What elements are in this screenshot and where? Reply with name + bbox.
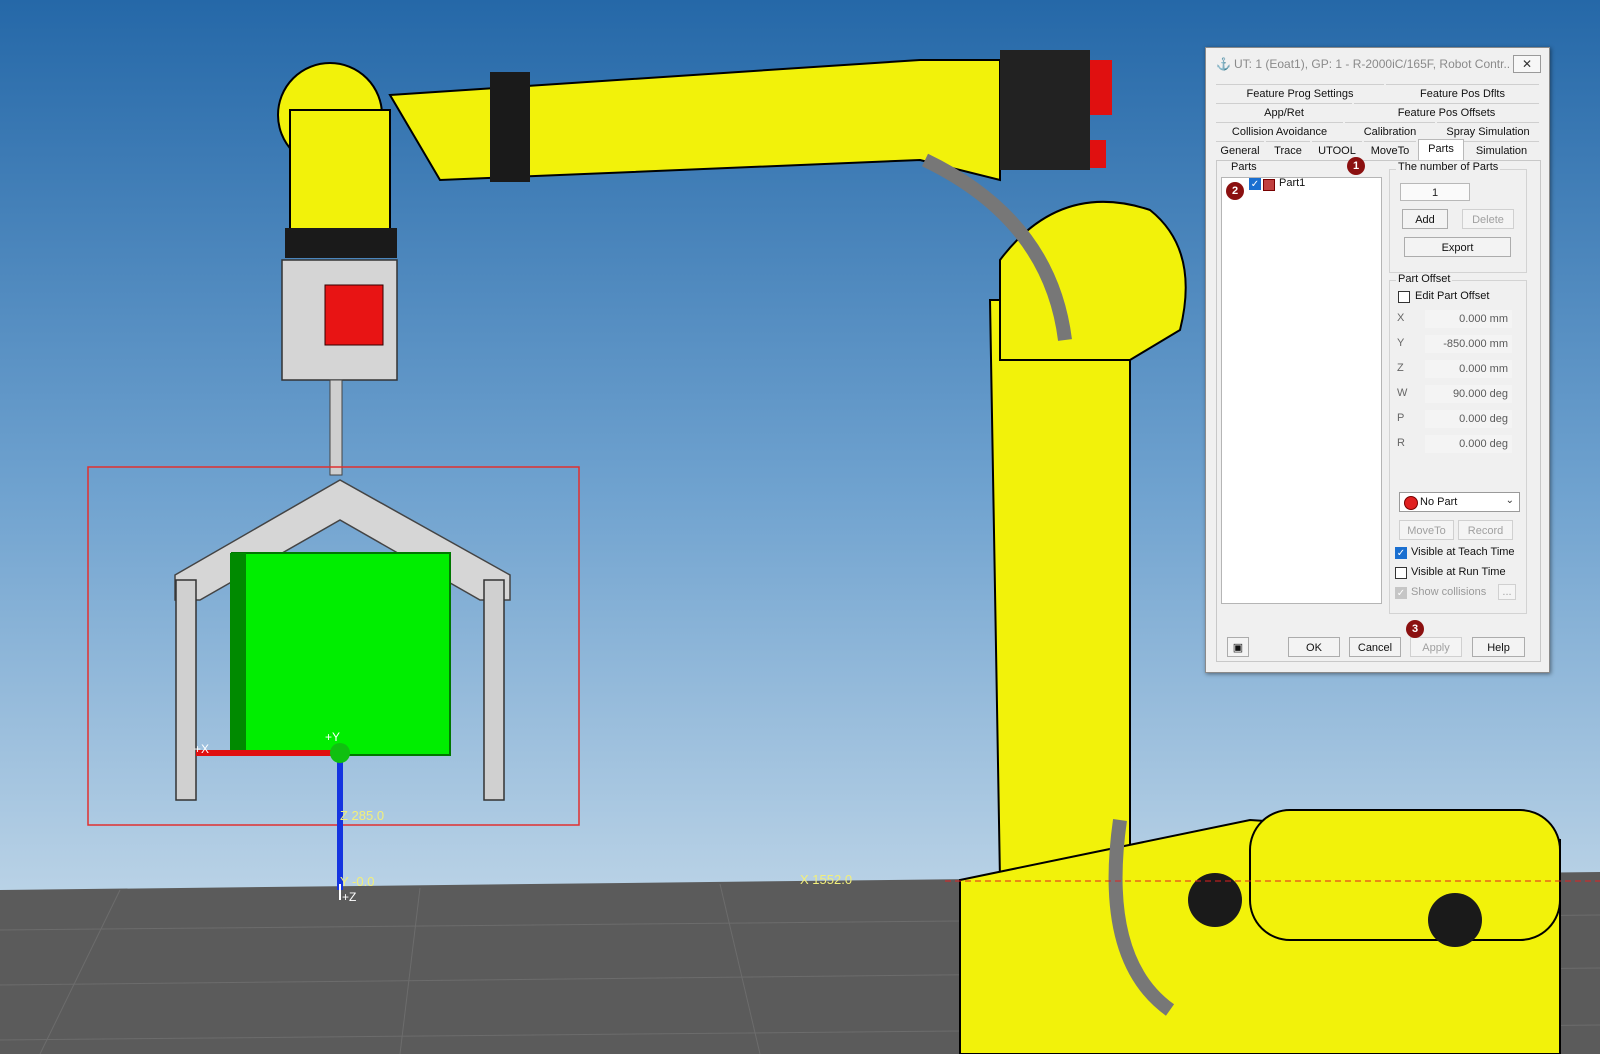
record-button[interactable]: Record [1458,520,1513,540]
part-cube-icon [1263,179,1275,191]
parts-list[interactable] [1221,177,1382,604]
y-dimension-label: Y -0.0 [340,874,375,889]
visible-run-label: Visible at Run Time [1411,566,1506,578]
no-part-icon [1404,496,1418,510]
tab-app-ret[interactable]: App/Ret [1216,103,1352,122]
offset-x-field[interactable]: 0.000 mm [1425,310,1512,328]
offset-z-label: Z [1397,362,1404,374]
visible-teach-label: Visible at Teach Time [1411,546,1515,558]
axis-plus-z-label: +Z [342,890,357,904]
visible-run-checkbox[interactable] [1395,567,1407,579]
annotation-badge-2: 2 [1226,182,1244,200]
offset-w-field[interactable]: 90.000 deg [1425,385,1512,403]
number-of-parts-field[interactable]: 1 [1400,183,1470,201]
axis-plus-x-label: +X [194,742,210,756]
offset-r-field[interactable]: 0.000 deg [1425,435,1512,453]
offset-y-field[interactable]: -850.000 mm [1425,335,1512,353]
tab-feature-pos-offsets[interactable]: Feature Pos Offsets [1354,103,1539,122]
offset-p-field[interactable]: 0.000 deg [1425,410,1512,428]
add-button[interactable]: Add [1402,209,1448,229]
collisions-options-button[interactable]: ... [1498,584,1516,600]
offset-z-field[interactable]: 0.000 mm [1425,360,1512,378]
visible-teach-checkbox[interactable]: ✓ [1395,547,1407,559]
parts-group-label: Parts [1229,161,1259,173]
delete-button[interactable]: Delete [1462,209,1514,229]
ok-button[interactable]: OK [1288,637,1340,657]
offset-p-label: P [1397,412,1405,424]
tab-moveto[interactable]: MoveTo [1364,141,1416,160]
part-select-dropdown[interactable]: No Part ⌄ [1399,492,1520,512]
no-part-label: No Part [1420,496,1458,508]
annotation-badge-3: 3 [1406,620,1424,638]
offset-r-label: R [1397,437,1405,449]
annotation-badge-1: 1 [1347,157,1365,175]
show-collisions-checkbox[interactable]: ✓ [1395,587,1407,599]
number-of-parts-label: The number of Parts [1396,161,1501,173]
part1-checkbox[interactable]: ✓ [1249,178,1261,190]
tab-feature-prog-settings[interactable]: Feature Prog Settings [1216,84,1384,103]
close-button[interactable]: ✕ [1513,55,1541,73]
tab-general[interactable]: General [1216,141,1264,160]
moveto-button[interactable]: MoveTo [1399,520,1454,540]
edit-part-offset-checkbox[interactable] [1398,291,1410,303]
offset-y-label: Y [1397,337,1405,349]
offset-w-label: W [1397,387,1408,399]
chevron-down-icon: ⌄ [1505,495,1514,506]
x-dimension-label: X 1552.0 [800,872,853,887]
part-side [230,553,246,755]
edit-part-offset-label: Edit Part Offset [1415,290,1490,302]
offset-x-label: X [1397,312,1405,324]
export-button[interactable]: Export [1404,237,1511,257]
lock-icon: ▣ [1232,642,1244,654]
cancel-button[interactable]: Cancel [1349,637,1401,657]
lock-button[interactable]: ▣ [1227,637,1249,657]
tab-trace[interactable]: Trace [1266,141,1310,160]
robot-tool-icon: ⚓ [1216,57,1231,71]
help-button[interactable]: Help [1472,637,1525,657]
show-collisions-label: Show collisions [1411,586,1487,598]
tab-collision-avoidance[interactable]: Collision Avoidance [1216,122,1343,141]
axis-plus-y-label: +Y [325,730,341,744]
dialog-title: UT: 1 (Eoat1), GP: 1 - R-2000iC/165F, Ro… [1234,57,1509,71]
tab-parts[interactable]: Parts [1418,139,1464,160]
part1-item[interactable]: Part1 [1279,177,1305,189]
apply-button[interactable]: Apply [1410,637,1462,657]
part-box[interactable] [231,552,451,756]
z-dimension-label: Z 285.0 [340,808,385,823]
tab-feature-pos-dflts[interactable]: Feature Pos Dflts [1386,84,1539,103]
part-offset-label: Part Offset [1396,273,1453,285]
dialog-titlebar[interactable]: ⚓ UT: 1 (Eoat1), GP: 1 - R-2000iC/165F, … [1206,48,1549,78]
tab-simulation[interactable]: Simulation [1464,141,1539,160]
